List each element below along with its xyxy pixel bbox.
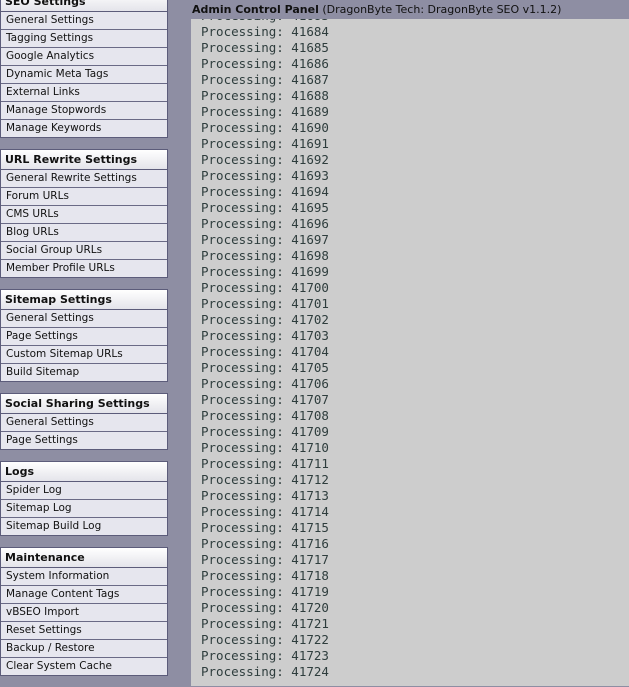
log-line: Processing: 41694 [201, 184, 329, 199]
sidebar-link[interactable]: Clear System Cache [1, 658, 167, 675]
log-line: Processing: 41690 [201, 120, 329, 135]
sidebar-link[interactable]: Google Analytics [1, 48, 167, 66]
sidebar-link[interactable]: General Rewrite Settings [1, 170, 167, 188]
log-line: Processing: 41684 [201, 24, 329, 39]
sidebar-link[interactable]: Forum URLs [1, 188, 167, 206]
sidebar-link[interactable]: General Settings [1, 414, 167, 432]
log-line: Processing: 41697 [201, 232, 329, 247]
sidebar-link[interactable]: Social Group URLs [1, 242, 167, 260]
log-line: Processing: 41695 [201, 200, 329, 215]
log-line: Processing: 41713 [201, 488, 329, 503]
sidebar-link[interactable]: System Information [1, 568, 167, 586]
sidebar: SEO Settings General Settings Tagging Sett… [0, 0, 168, 687]
log-line: Processing: 41691 [201, 136, 329, 151]
log-line: Processing: 41692 [201, 152, 329, 167]
sidebar-link[interactable]: Custom Sitemap URLs [1, 346, 167, 364]
log-line: Processing: 41696 [201, 216, 329, 231]
sidebar-link[interactable]: CMS URLs [1, 206, 167, 224]
log-line: Processing: 41722 [201, 632, 329, 647]
sidebar-link[interactable]: Manage Keywords [1, 120, 167, 137]
sidebar-link[interactable]: Sitemap Log [1, 500, 167, 518]
log-line: Processing: 41687 [201, 72, 329, 87]
log-line: Processing: 41689 [201, 104, 329, 119]
log-line: Processing: 41719 [201, 584, 329, 599]
sidebar-link[interactable]: vBSEO Import [1, 604, 167, 622]
log-line: Processing: 41705 [201, 360, 329, 375]
sidebar-link[interactable]: Dynamic Meta Tags [1, 66, 167, 84]
sidebar-panel-header: SEO Settings [1, 0, 167, 12]
log-line: Processing: 41712 [201, 472, 329, 487]
page-subtitle: (DragonByte Tech: DragonByte SEO v1.1.2) [322, 3, 562, 16]
sidebar-panel: SEO Settings General Settings Tagging Sett… [0, 0, 168, 138]
log-line: Processing: 41723 [201, 648, 329, 663]
log-line: Processing: 41716 [201, 536, 329, 551]
sidebar-panel-header: URL Rewrite Settings [1, 150, 167, 170]
sidebar-panel: Sitemap Settings General Settings Page Set… [0, 289, 168, 382]
log-line: Processing: 41710 [201, 440, 329, 455]
log-line: Processing: 41699 [201, 264, 329, 279]
sidebar-link[interactable]: General Settings [1, 12, 167, 30]
sidebar-link[interactable]: Backup / Restore [1, 640, 167, 658]
log-line: Processing: 41720 [201, 600, 329, 615]
sidebar-link[interactable]: Reset Settings [1, 622, 167, 640]
log-line: Processing: 41711 [201, 456, 329, 471]
log-line: Processing: 41715 [201, 520, 329, 535]
page-title: Admin Control Panel [192, 3, 319, 16]
sidebar-link[interactable]: Member Profile URLs [1, 260, 167, 277]
page-header: Admin Control Panel (DragonByte Tech: Dr… [192, 0, 629, 19]
log-line: Processing: 41702 [201, 312, 329, 327]
sidebar-panel: Maintenance System Information Manage Cont… [0, 547, 168, 676]
sidebar-panel-header: Sitemap Settings [1, 290, 167, 310]
sidebar-link[interactable]: Page Settings [1, 432, 167, 449]
log-line: Processing: 41724 [201, 664, 329, 679]
log-line: Processing: 41706 [201, 376, 329, 391]
log-line: Processing: 41717 [201, 552, 329, 567]
sidebar-link[interactable]: Spider Log [1, 482, 167, 500]
sidebar-link[interactable]: Manage Content Tags [1, 586, 167, 604]
log-line: Processing: 41686 [201, 56, 329, 71]
sidebar-link[interactable]: Page Settings [1, 328, 167, 346]
log-line: Processing: 41685 [201, 40, 329, 55]
sidebar-link[interactable]: Build Sitemap [1, 364, 167, 381]
sidebar-link[interactable]: Manage Stopwords [1, 102, 167, 120]
processing-log: Processing: 41683Processing: 41684Proces… [201, 19, 329, 680]
sidebar-link[interactable]: General Settings [1, 310, 167, 328]
log-line: Processing: 41688 [201, 88, 329, 103]
sidebar-panel: Social Sharing Settings General Settings P… [0, 393, 168, 450]
log-line: Processing: 41714 [201, 504, 329, 519]
log-line: Processing: 41718 [201, 568, 329, 583]
sidebar-panel: URL Rewrite Settings General Rewrite Sett… [0, 149, 168, 278]
sidebar-link[interactable]: Tagging Settings [1, 30, 167, 48]
log-line: Processing: 41708 [201, 408, 329, 423]
sidebar-link[interactable]: External Links [1, 84, 167, 102]
sidebar-panel-header: Logs [1, 462, 167, 482]
sidebar-panel-header: Social Sharing Settings [1, 394, 167, 414]
log-line: Processing: 41703 [201, 328, 329, 343]
log-line: Processing: 41721 [201, 616, 329, 631]
sidebar-panel: Logs Spider Log Sitemap Log Sitemap Build L… [0, 461, 168, 536]
log-line: Processing: 41707 [201, 392, 329, 407]
log-line: Processing: 41698 [201, 248, 329, 263]
sidebar-link[interactable]: Blog URLs [1, 224, 167, 242]
log-line: Processing: 41693 [201, 168, 329, 183]
processing-output: Processing: 41683Processing: 41684Proces… [191, 19, 629, 686]
log-line: Processing: 41700 [201, 280, 329, 295]
sidebar-link[interactable]: Sitemap Build Log [1, 518, 167, 535]
log-line: Processing: 41704 [201, 344, 329, 359]
log-line: Processing: 41701 [201, 296, 329, 311]
sidebar-panel-header: Maintenance [1, 548, 167, 568]
log-line: Processing: 41709 [201, 424, 329, 439]
